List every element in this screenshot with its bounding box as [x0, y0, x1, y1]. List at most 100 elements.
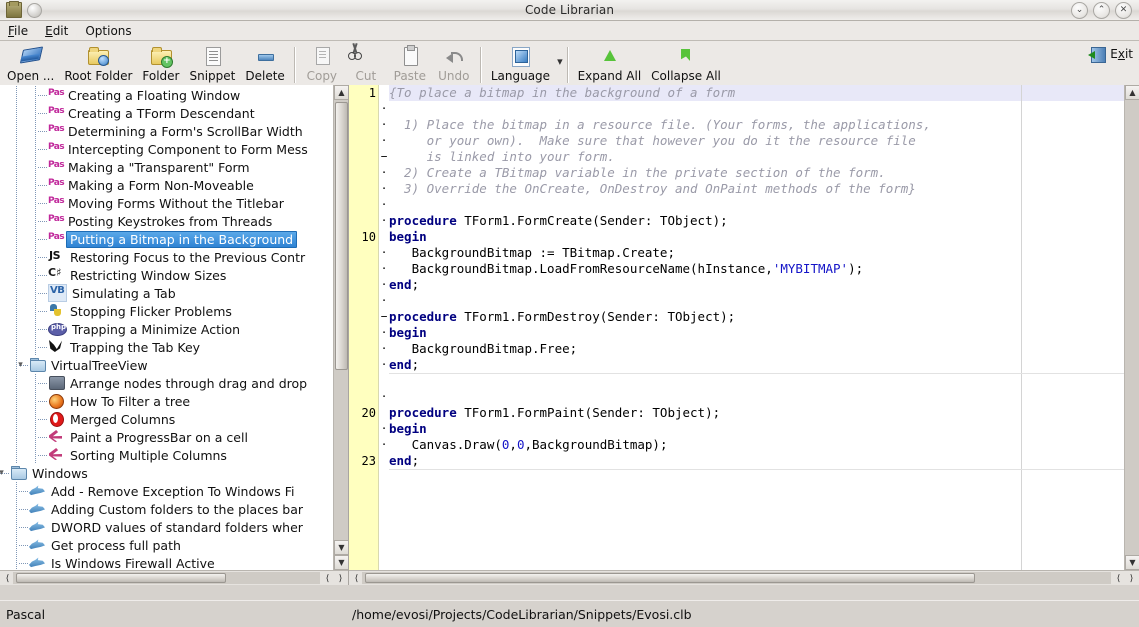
tree-item-row[interactable]: Moving Forms Without the Titlebar	[0, 194, 333, 212]
fold-marker[interactable]: ·	[379, 181, 389, 197]
fold-marker[interactable]: −	[379, 149, 389, 165]
fold-marker[interactable]: −	[379, 309, 389, 325]
minimize-button[interactable]: ⌄	[1071, 2, 1088, 19]
tree-item-row[interactable]: How To Filter a tree	[0, 392, 333, 410]
maximize-button[interactable]: ⌃	[1093, 2, 1110, 19]
tree-item-row[interactable]: DWORD values of standard folders wher	[0, 518, 333, 536]
fold-marker[interactable]: ·	[379, 261, 389, 277]
open-button[interactable]: Open ...	[2, 40, 59, 85]
tree-item-row[interactable]: Merged Columns	[0, 410, 333, 428]
tree-indent	[0, 482, 29, 500]
tree-scroll-thumb[interactable]	[335, 102, 348, 370]
tree-item-row[interactable]: Simulating a Tab	[0, 284, 333, 302]
tree-item-row[interactable]: Creating a TForm Descendant	[0, 104, 333, 122]
exit-button[interactable]: Exit	[1089, 45, 1133, 63]
fold-marker[interactable]: ·	[379, 197, 389, 213]
editor-hscroll-left-arrow-2[interactable]: ⟨	[1112, 572, 1125, 585]
code-token: TForm1.FormPaint(Sender: TObject);	[457, 405, 720, 420]
fold-marker[interactable]: ·	[379, 213, 389, 229]
tree-hscroll-left-arrow-2[interactable]: ⟨	[321, 572, 334, 585]
tree-item-row[interactable]: Paint a ProgressBar on a cell	[0, 428, 333, 446]
tree-horizontal-scrollbar[interactable]: ⟨ ⟨ ⟩	[0, 570, 348, 585]
expand-all-button[interactable]: Expand All	[573, 40, 647, 85]
language-button[interactable]: Language	[486, 40, 555, 85]
editor-horizontal-scrollbar[interactable]: ⟨ ⟨ ⟩	[349, 570, 1139, 585]
tree-item-row[interactable]: Putting a Bitmap in the Background	[0, 230, 333, 248]
root-folder-button[interactable]: Root Folder	[59, 40, 137, 85]
tree-item-row[interactable]: Trapping a Minimize Action	[0, 320, 333, 338]
fold-marker[interactable]: ·	[379, 245, 389, 261]
code-editor-area[interactable]: 1102023 ···−········−······ {To place a …	[349, 85, 1139, 570]
tree-item-row[interactable]: Sorting Multiple Columns	[0, 446, 333, 464]
tree-scroll-down-arrow-2[interactable]: ▼	[334, 555, 348, 570]
tree-expander-icon[interactable]: ▾	[0, 468, 7, 479]
tree-guide-line	[35, 158, 36, 176]
fold-marker[interactable]: ·	[379, 117, 389, 133]
fold-marker[interactable]: ·	[379, 357, 389, 373]
close-button[interactable]: ✕	[1115, 2, 1132, 19]
tree-item-row[interactable]: Adding Custom folders to the places bar	[0, 500, 333, 518]
editor-hscroll-thumb[interactable]	[365, 573, 975, 583]
editor-vertical-scrollbar[interactable]: ▲ ▼	[1124, 85, 1139, 570]
fold-marker[interactable]: ·	[379, 133, 389, 149]
tree-expander-icon[interactable]: ▾	[15, 360, 26, 371]
tree-item-row[interactable]: Add - Remove Exception To Windows Fi	[0, 482, 333, 500]
undo-button[interactable]: Undo	[432, 40, 476, 85]
code-line: procedure TForm1.FormPaint(Sender: TObje…	[389, 405, 1124, 421]
tree-item-row[interactable]: Making a Form Non-Moveable	[0, 176, 333, 194]
tree-hscroll-right-arrow[interactable]: ⟩	[334, 572, 347, 585]
tree-item-label: Creating a TForm Descendant	[66, 106, 257, 121]
tree-hscroll-thumb[interactable]	[16, 573, 226, 583]
code-token: TForm1.FormCreate(Sender: TObject);	[457, 213, 728, 228]
tree-vertical-scrollbar[interactable]: ▲ ▼ ▼	[333, 85, 348, 570]
tree-scroll-down-arrow[interactable]: ▼	[334, 540, 348, 555]
snippet-button[interactable]: Snippet	[185, 40, 241, 85]
editor-fold-column[interactable]: ···−········−······	[379, 85, 389, 570]
fold-marker[interactable]: ·	[379, 165, 389, 181]
new-folder-button[interactable]: Folder	[137, 40, 184, 85]
collapse-all-button[interactable]: Collapse All	[646, 40, 726, 85]
tree-item-row[interactable]: Posting Keystrokes from Threads	[0, 212, 333, 230]
tree-item-row[interactable]: Arrange nodes through drag and drop	[0, 374, 333, 392]
fold-marker[interactable]: ·	[379, 101, 389, 117]
fold-marker[interactable]: ·	[379, 437, 389, 453]
fold-marker[interactable]: ·	[379, 389, 389, 405]
tree-item-row[interactable]: Restoring Focus to the Previous Contr	[0, 248, 333, 266]
fold-marker[interactable]: ·	[379, 421, 389, 437]
tree-scroll-up-arrow[interactable]: ▲	[334, 85, 348, 100]
tree-item-row[interactable]: Restricting Window Sizes	[0, 266, 333, 284]
fold-marker[interactable]: ·	[379, 293, 389, 309]
menu-options[interactable]: Options	[85, 24, 131, 38]
tree-item-row[interactable]: Stopping Flicker Problems	[0, 302, 333, 320]
tree-item-row[interactable]: Determining a Form's ScrollBar Width	[0, 122, 333, 140]
code-line: {To place a bitmap in the background of …	[389, 85, 1124, 101]
tree-item-row[interactable]: Is Windows Firewall Active	[0, 554, 333, 570]
tree-guide-line	[16, 86, 17, 104]
tree-item-row[interactable]: Intercepting Component to Form Mess	[0, 140, 333, 158]
copy-button[interactable]: Copy	[300, 40, 344, 85]
fold-marker[interactable]: ·	[379, 341, 389, 357]
copy-button-label: Copy	[307, 70, 337, 83]
menu-edit[interactable]: Edit	[45, 24, 68, 38]
tree-item-row[interactable]: Trapping the Tab Key	[0, 338, 333, 356]
tree-indent	[0, 518, 29, 536]
editor-scroll-down-arrow[interactable]: ▼	[1125, 555, 1139, 570]
chevron-down-icon[interactable]: ▾	[557, 55, 563, 68]
tree-item-row[interactable]: Creating a Floating Window	[0, 86, 333, 104]
tree-folder-row[interactable]: ▾Windows	[0, 464, 333, 482]
tree-folder-row[interactable]: ▾VirtualTreeView	[0, 356, 333, 374]
editor-hscroll-right-arrow[interactable]: ⟩	[1125, 572, 1138, 585]
delete-button[interactable]: Delete	[240, 40, 289, 85]
editor-scroll-up-arrow[interactable]: ▲	[1125, 85, 1139, 100]
tree-item-row[interactable]: Get process full path	[0, 536, 333, 554]
editor-scroll-track[interactable]	[1125, 100, 1139, 555]
paste-button[interactable]: Paste	[388, 40, 432, 85]
fold-marker[interactable]: ·	[379, 325, 389, 341]
code-text[interactable]: {To place a bitmap in the background of …	[389, 85, 1124, 570]
cut-button[interactable]: Cut	[344, 40, 388, 85]
window-menu-icon[interactable]	[27, 3, 42, 18]
menu-file[interactable]: File	[8, 24, 28, 38]
fold-marker[interactable]: ·	[379, 277, 389, 293]
snippet-tree[interactable]: Creating a Floating Window Creating a TFo…	[0, 85, 333, 570]
tree-item-row[interactable]: Making a "Transparent" Form	[0, 158, 333, 176]
